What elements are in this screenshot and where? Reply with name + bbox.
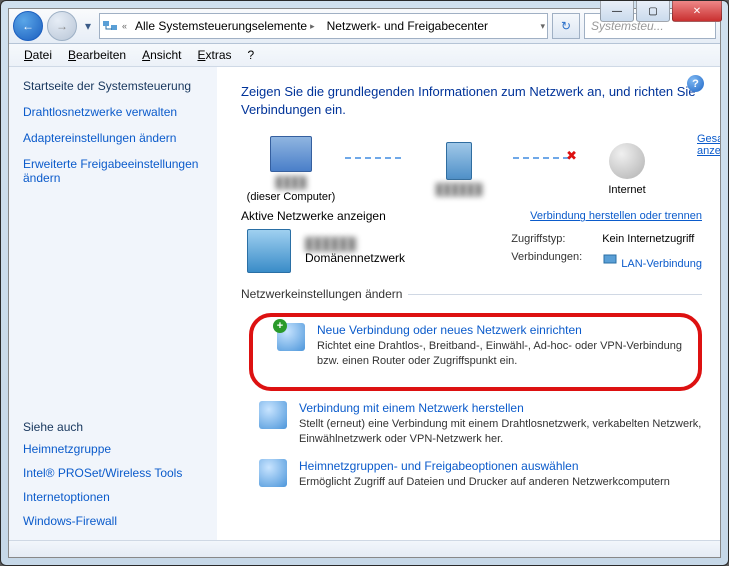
- chevron-right-icon: «: [122, 21, 127, 31]
- address-dropdown[interactable]: ▾: [540, 21, 545, 32]
- full-map-link[interactable]: Gesamtübersicht anzeigen: [697, 133, 720, 157]
- menu-bearbeiten[interactable]: Bearbeiten: [61, 46, 133, 64]
- maximize-button[interactable]: ▢: [636, 1, 670, 22]
- node-label: Internet: [608, 184, 645, 196]
- domain-network-label: Domänennetzwerk: [305, 251, 405, 265]
- refresh-button[interactable]: ↻: [552, 13, 580, 39]
- sidebar-item-advanced-sharing[interactable]: Erweiterte Freigabeeinstellungen ändern: [23, 157, 203, 185]
- ethernet-icon: [602, 251, 618, 267]
- prop-val-access: Kein Internetzugriff: [602, 233, 702, 245]
- window-chrome: — ▢ ✕ ← → ▾ « Alle Systemsteuerungseleme…: [0, 0, 729, 566]
- domain-network-icon: [247, 229, 291, 273]
- menu-datei[interactable]: Datei: [17, 46, 59, 64]
- node-network[interactable]: ██████: [409, 140, 509, 196]
- sidebar-see-also-title: Siehe auch: [23, 420, 203, 434]
- network-settings-legend: Netzwerkeinstellungen ändern: [241, 287, 408, 301]
- sidebar-item-adapter[interactable]: Adaptereinstellungen ändern: [23, 131, 203, 145]
- connect-network-desc: Stellt (erneut) eine Verbindung mit eine…: [299, 417, 702, 447]
- node-this-computer[interactable]: ████ (dieser Computer): [241, 133, 341, 203]
- breadcrumb-item[interactable]: Netzwerk- und Freigabecenter: [323, 14, 492, 38]
- connect-network-icon: [259, 401, 287, 429]
- page-title: Zeigen Sie die grundlegenden Information…: [241, 83, 702, 119]
- minimize-button[interactable]: —: [600, 1, 634, 22]
- sidebar-item-intel-proset[interactable]: Intel® PROSet/Wireless Tools: [23, 466, 203, 480]
- sidebar-item-internet-options[interactable]: Internetoptionen: [23, 490, 203, 504]
- computer-name-redacted: ████: [275, 177, 306, 189]
- help-icon[interactable]: ?: [687, 75, 704, 92]
- server-icon: [446, 142, 472, 180]
- forward-button[interactable]: →: [47, 11, 77, 41]
- highlight-annotation: Neue Verbindung oder neues Netzwerk einr…: [249, 313, 702, 391]
- connect-disconnect-link[interactable]: Verbindung herstellen oder trennen: [530, 210, 702, 222]
- sidebar-home[interactable]: Startseite der Systemsteuerung: [23, 79, 203, 93]
- homegroup-options-icon: [259, 459, 287, 487]
- computer-icon: [270, 136, 312, 172]
- new-connection-icon: [277, 323, 305, 351]
- window-controls: — ▢ ✕: [598, 1, 722, 22]
- node-internet[interactable]: Internet: [577, 140, 677, 196]
- prop-key-access: Zugriffstyp:: [511, 233, 582, 245]
- history-dropdown[interactable]: ▾: [81, 15, 95, 37]
- menu-help[interactable]: ?: [241, 46, 262, 64]
- main-content: ? Zeigen Sie die grundlegenden Informati…: [217, 67, 720, 540]
- sidebar-item-wireless[interactable]: Drahtlosnetzwerke verwalten: [23, 105, 203, 119]
- domain-name-redacted: ██████: [305, 237, 405, 251]
- sidebar: Startseite der Systemsteuerung Drahtlosn…: [9, 67, 217, 540]
- sidebar-item-firewall[interactable]: Windows-Firewall: [23, 514, 203, 528]
- network-center-icon: [102, 18, 118, 34]
- back-button[interactable]: ←: [13, 11, 43, 41]
- homegroup-options-desc: Ermöglicht Zugriff auf Dateien und Druck…: [299, 475, 670, 490]
- menu-extras[interactable]: Extras: [190, 46, 238, 64]
- connect-network-link[interactable]: Verbindung mit einem Netzwerk herstellen: [299, 401, 524, 415]
- network-map: ████ (dieser Computer) ██████ Internet: [241, 133, 677, 203]
- lan-connection-link[interactable]: LAN-Verbindung: [621, 258, 702, 270]
- sidebar-item-homegroup[interactable]: Heimnetzgruppe: [23, 442, 203, 456]
- close-button[interactable]: ✕: [672, 1, 722, 22]
- menu-ansicht[interactable]: Ansicht: [135, 46, 188, 64]
- menu-bar: Datei Bearbeiten Ansicht Extras ?: [9, 44, 720, 67]
- address-bar[interactable]: « Alle Systemsteuerungselemente▸ Netzwer…: [99, 13, 548, 39]
- node-sublabel: (dieser Computer): [247, 191, 336, 203]
- new-connection-desc: Richtet eine Drahtlos-, Breitband-, Einw…: [317, 339, 688, 369]
- homegroup-options-link[interactable]: Heimnetzgruppen- und Freigabeoptionen au…: [299, 459, 579, 473]
- status-bar: [9, 540, 720, 557]
- breadcrumb-item[interactable]: Alle Systemsteuerungselemente▸: [131, 14, 319, 38]
- globe-icon: [609, 143, 645, 179]
- new-connection-link[interactable]: Neue Verbindung oder neues Netzwerk einr…: [317, 323, 582, 337]
- prop-key-connections: Verbindungen:: [511, 251, 582, 270]
- broken-connection-icon: [513, 157, 573, 159]
- network-name-redacted: ██████: [436, 184, 483, 196]
- connection-line-icon: [345, 157, 405, 159]
- active-networks-title: Aktive Netzwerke anzeigen: [241, 209, 386, 223]
